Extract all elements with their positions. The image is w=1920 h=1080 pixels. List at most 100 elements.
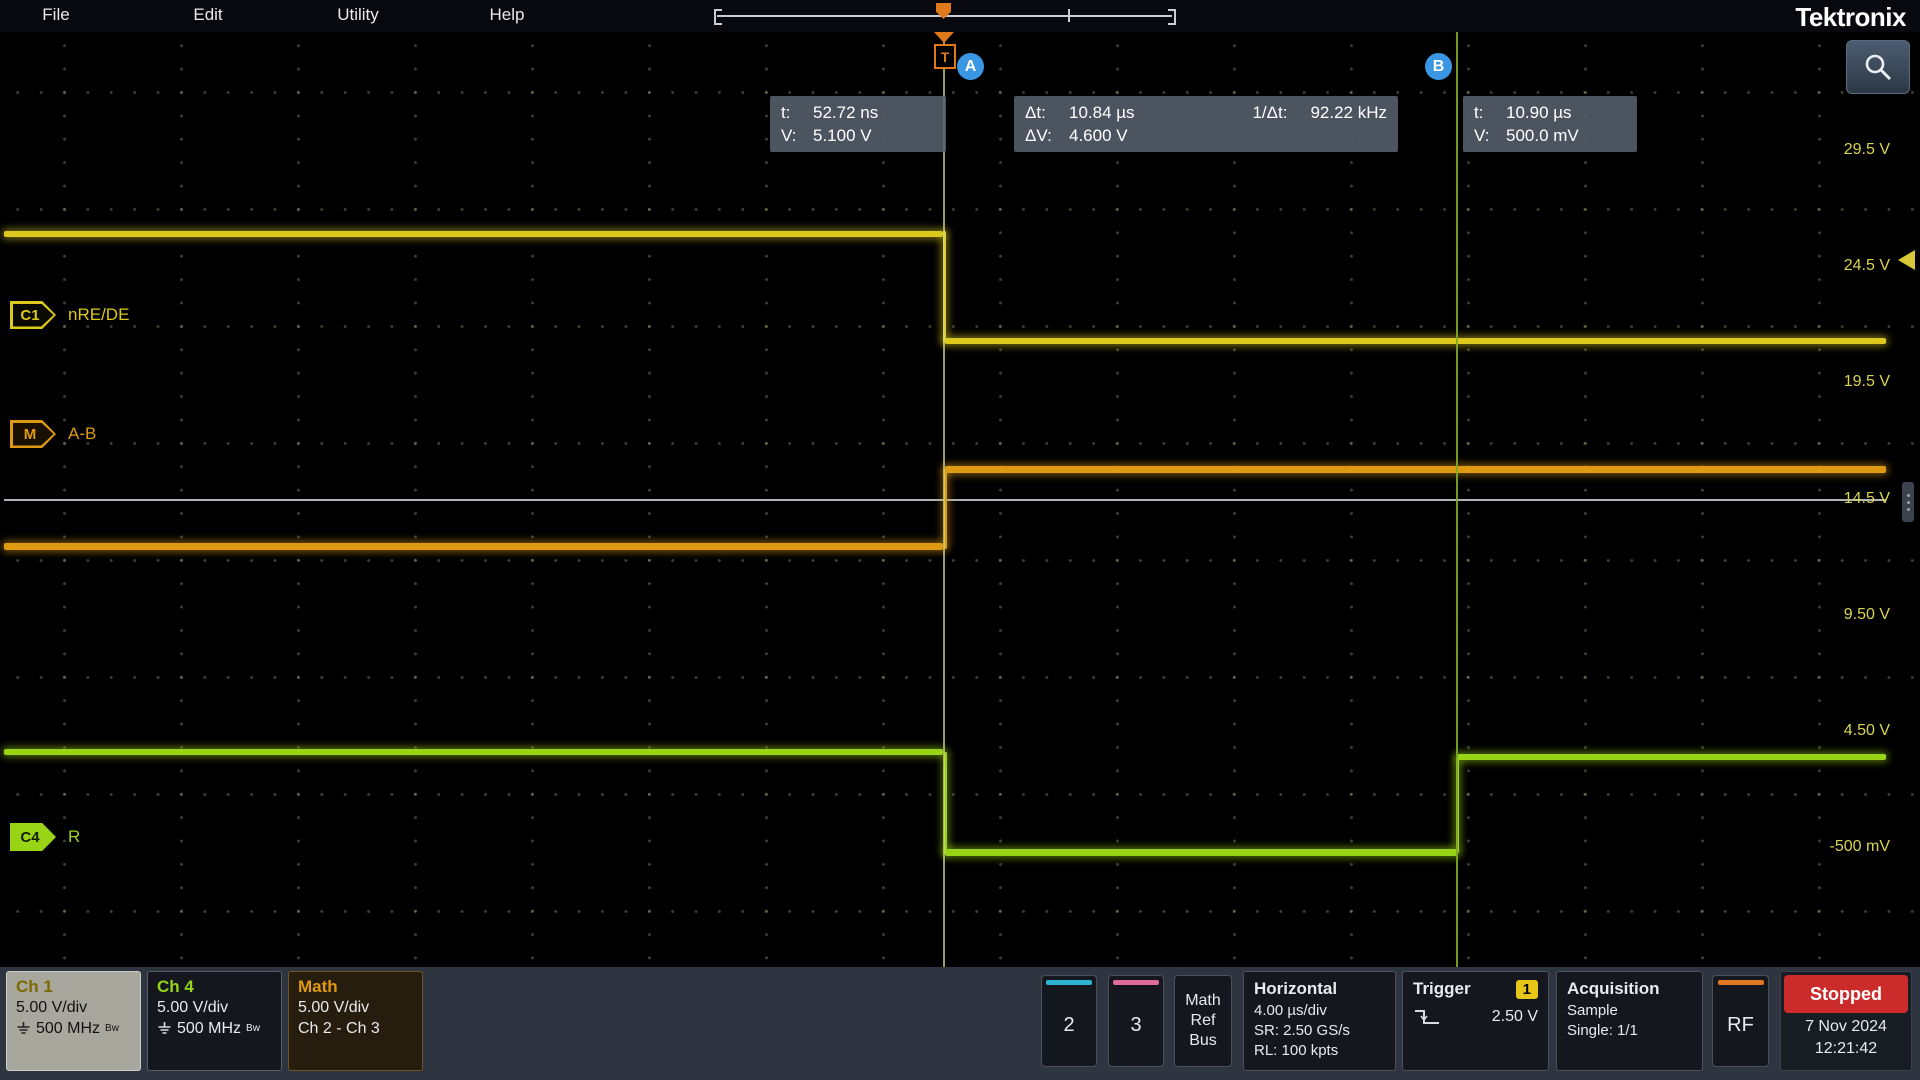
readout-b-v-label: V: — [1474, 124, 1506, 147]
right-scroll-handle[interactable] — [1902, 482, 1914, 522]
tektronix-logo: Tektronix — [1795, 2, 1906, 33]
trigger-point-arrow — [934, 32, 954, 43]
trigger-title: Trigger — [1413, 977, 1471, 1001]
mrb-label-math: Math — [1185, 992, 1221, 1010]
readout-invdt-label: 1/Δt: — [1252, 101, 1310, 124]
readout-a-v-label: V: — [781, 124, 813, 147]
scale-label-29-5v: 29.5 V — [1780, 141, 1890, 159]
ch1-badge-bw-sub: Bw — [105, 1018, 119, 1039]
rf-button-label: RF — [1727, 985, 1754, 1066]
trigger-flag[interactable]: T — [934, 44, 956, 69]
math-ref-bus-button[interactable]: Math Ref Bus — [1174, 975, 1232, 1067]
time-display: 12:21:42 — [1784, 1037, 1908, 1061]
cursor-b-readout: t:10.90 µs V:500.0 mV — [1463, 96, 1637, 152]
ch4-trace-mid — [945, 849, 1457, 856]
stopped-button[interactable]: Stopped — [1784, 975, 1908, 1013]
ch2-button[interactable]: 2 — [1041, 975, 1097, 1067]
scale-label-9-50v: 9.50 V — [1780, 606, 1890, 624]
ch1-badge-scale: 5.00 V/div — [16, 997, 131, 1018]
readout-invdt-value: 92.22 kHz — [1310, 101, 1387, 124]
cursor-b-line[interactable] — [1456, 32, 1458, 967]
cursor-a-line[interactable] — [943, 32, 945, 967]
falling-edge-icon — [1413, 1007, 1441, 1027]
acquisition-progress: Single: 1/1 — [1567, 1021, 1692, 1041]
slider-right-bracket — [1168, 9, 1176, 25]
waveform-display[interactable]: T A B t:52.72 ns V:5.100 V Δt:10.84 µs 1… — [0, 32, 1920, 967]
ch2-button-label: 2 — [1063, 985, 1074, 1066]
ch4-tag[interactable]: C4 — [10, 823, 56, 851]
ch4-badge-bandwidth: 500 MHz — [177, 1018, 241, 1039]
trigger-level: 2.50 V — [1492, 1007, 1538, 1027]
horizontal-scale: 4.00 µs/div — [1254, 1001, 1385, 1021]
ch1-trace-right — [945, 338, 1886, 344]
ground-icon — [16, 1022, 31, 1035]
readout-dv-value: 4.600 V — [1069, 124, 1128, 147]
math-tag[interactable]: M — [10, 420, 56, 448]
readout-a-t-value: 52.72 ns — [813, 101, 878, 124]
ch4-trace-label: R — [68, 827, 80, 847]
date-display: 7 Nov 2024 — [1784, 1015, 1908, 1039]
rf-button[interactable]: RF — [1712, 975, 1769, 1067]
math-badge[interactable]: Math 5.00 V/div Ch 2 - Ch 3 — [288, 971, 423, 1071]
readout-a-t-label: t: — [781, 101, 813, 124]
readout-dv-label: ΔV: — [1025, 124, 1069, 147]
ch4-trace-right — [1457, 754, 1886, 760]
delta-readout: Δt:10.84 µs 1/Δt:92.22 kHz ΔV:4.600 V — [1014, 96, 1398, 152]
channel-level-arrow[interactable] — [1898, 250, 1915, 270]
scale-label-24-5v: 24.5 V — [1780, 257, 1890, 275]
horizontal-panel[interactable]: Horizontal 4.00 µs/div SR: 2.50 GS/s RL:… — [1243, 971, 1396, 1071]
ch1-trace-left — [4, 231, 943, 237]
math-badge-title: Math — [298, 976, 413, 997]
oscilloscope-screen: File Edit Utility Help Tektronix T A — [0, 0, 1920, 1080]
ch1-badge[interactable]: Ch 1 5.00 V/div 500 MHzBw — [6, 971, 141, 1071]
ch3-button-label: 3 — [1130, 985, 1141, 1066]
trigger-panel[interactable]: Trigger 1 2.50 V — [1402, 971, 1549, 1071]
run-status-panel: Stopped 7 Nov 2024 12:21:42 — [1780, 971, 1912, 1071]
ch3-button[interactable]: 3 — [1108, 975, 1164, 1067]
ch1-tag[interactable]: C1 — [10, 301, 56, 329]
readout-b-t-label: t: — [1474, 101, 1506, 124]
menu-bar: File Edit Utility Help Tektronix — [0, 0, 1920, 32]
math-trace-right — [945, 466, 1886, 473]
magnifier-icon — [1863, 52, 1893, 82]
horizontal-sample-rate: SR: 2.50 GS/s — [1254, 1021, 1385, 1041]
menu-utility[interactable]: Utility — [337, 5, 379, 25]
horizontal-title: Horizontal — [1254, 977, 1385, 1001]
math-badge-scale: 5.00 V/div — [298, 997, 413, 1018]
readout-a-v-value: 5.100 V — [813, 124, 872, 147]
scale-label-19-5v: 19.5 V — [1780, 373, 1890, 391]
readout-dt-label: Δt: — [1025, 101, 1069, 124]
bottom-status-bar: Ch 1 5.00 V/div 500 MHzBw Ch 4 5.00 V/di… — [0, 967, 1920, 1080]
ch4-badge-bw-sub: Bw — [246, 1018, 260, 1039]
acquisition-panel[interactable]: Acquisition Sample Single: 1/1 — [1556, 971, 1703, 1071]
readout-dt-value: 10.84 µs — [1069, 101, 1135, 124]
menu-file[interactable]: File — [42, 5, 69, 25]
scale-label-4-50v: 4.50 V — [1780, 722, 1890, 740]
acquisition-title: Acquisition — [1567, 977, 1692, 1001]
ch4-badge-scale: 5.00 V/div — [157, 997, 272, 1018]
ground-icon — [157, 1022, 172, 1035]
cursor-a-badge[interactable]: A — [957, 53, 984, 80]
ch1-trace-label: nRE/DE — [68, 305, 129, 325]
mrb-label-bus: Bus — [1189, 1032, 1217, 1050]
cursor-a-readout: t:52.72 ns V:5.100 V — [770, 96, 946, 152]
cursor-b-badge[interactable]: B — [1425, 53, 1452, 80]
readout-b-v-value: 500.0 mV — [1506, 124, 1579, 147]
slider-left-bracket — [714, 9, 722, 25]
ch1-badge-title: Ch 1 — [16, 976, 131, 997]
horizontal-record-length: RL: 100 kpts — [1254, 1041, 1385, 1061]
math-trace-left — [4, 543, 943, 550]
menu-help[interactable]: Help — [490, 5, 525, 25]
scale-label-14-5v: 14.5 V — [1780, 490, 1890, 508]
math-trace-label: A-B — [68, 424, 96, 444]
ch4-trace-left — [4, 749, 943, 755]
ch4-badge-title: Ch 4 — [157, 976, 272, 997]
menu-edit[interactable]: Edit — [193, 5, 222, 25]
mrb-label-ref: Ref — [1191, 1012, 1216, 1030]
zoom-button[interactable] — [1846, 40, 1910, 94]
scale-label-neg500mv: -500 mV — [1780, 838, 1890, 856]
ch1-badge-bandwidth: 500 MHz — [36, 1018, 100, 1039]
ch4-badge[interactable]: Ch 4 5.00 V/div 500 MHzBw — [147, 971, 282, 1071]
math-badge-source: Ch 2 - Ch 3 — [298, 1018, 413, 1039]
slider-center-tick — [1068, 9, 1070, 22]
